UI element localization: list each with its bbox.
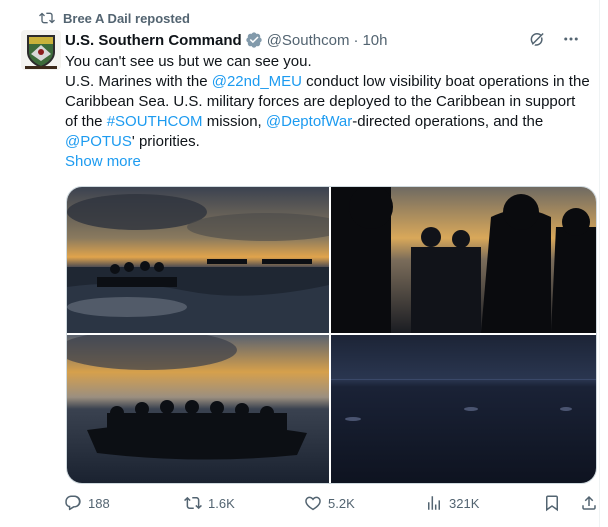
tweet-text: You can't see us but we can see you. U.S…	[65, 52, 590, 172]
repost-count: 1.6K	[208, 495, 235, 511]
views-chart-icon	[428, 496, 440, 510]
repost-icon	[184, 496, 202, 510]
grok-icon[interactable]	[528, 30, 546, 48]
timestamp[interactable]: 10h	[362, 32, 387, 49]
mention-22nd-meu[interactable]: @22nd_MEU	[212, 73, 302, 90]
author-handle[interactable]: @Southcom	[267, 32, 350, 49]
hashtag-southcom[interactable]: #SOUTHCOM	[107, 113, 203, 130]
photo-night-sea[interactable]	[331, 335, 596, 483]
reply-button[interactable]: 188	[64, 494, 110, 512]
photo-marine-silhouettes[interactable]	[331, 187, 596, 333]
column-border	[599, 0, 600, 527]
text-segment: U.S. Marines with the	[65, 73, 212, 90]
views-count: 321K	[449, 495, 480, 511]
avatar[interactable]	[21, 30, 61, 70]
show-more-link[interactable]: Show more	[65, 152, 590, 172]
reply-count: 188	[88, 495, 110, 511]
text-segment: ' priorities.	[131, 133, 200, 150]
tweet-body: U.S. Marines with the @22nd_MEU conduct …	[65, 72, 590, 152]
more-options-icon[interactable]	[562, 30, 580, 48]
text-segment: -directed operations, and the	[352, 113, 544, 130]
action-bar: 188 1.6K 5.2K 321K	[64, 494, 596, 516]
tweet-header: U.S. Southern Command @Southcom · 10h	[65, 30, 387, 50]
author-name[interactable]: U.S. Southern Command	[65, 32, 242, 49]
share-icon	[582, 495, 596, 510]
repost-indicator: Bree A Dail reposted	[39, 9, 190, 27]
mention-potus[interactable]: @POTUS	[65, 133, 132, 150]
views-button[interactable]: 321K	[425, 494, 479, 512]
heart-icon	[305, 496, 321, 511]
media-grid	[66, 186, 597, 484]
repost-icon	[39, 12, 55, 24]
share-button[interactable]	[580, 494, 598, 512]
repost-button[interactable]: 1.6K	[184, 494, 235, 512]
separator-dot: ·	[353, 31, 359, 49]
reply-icon	[65, 495, 81, 511]
header-actions	[528, 30, 580, 48]
text-segment: mission,	[202, 113, 266, 130]
photo-boat-foreground[interactable]	[67, 335, 329, 483]
mention-deptofwar[interactable]: @DeptofWar	[266, 113, 352, 130]
photo-boat-ops-sunset[interactable]	[67, 187, 329, 333]
tweet[interactable]: Bree A Dail reposted U.S. Southern Comma…	[0, 0, 600, 527]
tweet-line-1: You can't see us but we can see you.	[65, 53, 312, 70]
bookmark-icon	[546, 495, 558, 512]
like-count: 5.2K	[328, 495, 355, 511]
like-button[interactable]: 5.2K	[304, 494, 355, 512]
bookmark-button[interactable]	[543, 494, 561, 512]
verified-badge-icon[interactable]	[245, 31, 263, 49]
repost-label[interactable]: Bree A Dail reposted	[63, 11, 190, 26]
